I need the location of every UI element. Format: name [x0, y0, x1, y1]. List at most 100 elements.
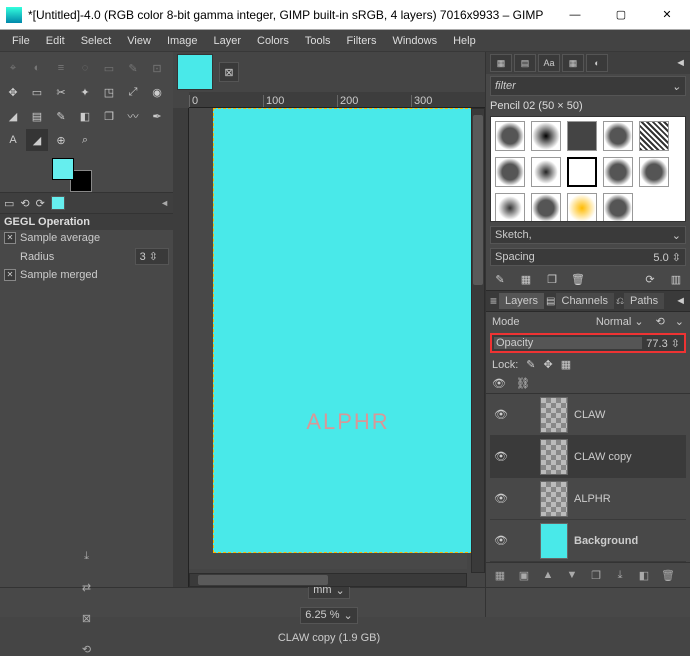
brush-spacing-slider[interactable]: Spacing 5.0 ⇳ — [490, 248, 686, 266]
smudge-tool[interactable]: 〰 — [122, 105, 144, 127]
paths-tab[interactable]: Paths — [624, 293, 664, 309]
zoom-tool[interactable]: ⌕ — [74, 129, 96, 151]
layer-merge-icon[interactable]: ⤓ — [610, 566, 630, 584]
bucket-fill-tool[interactable]: ◢ — [2, 105, 24, 127]
brush-del-icon[interactable]: 🗑 — [568, 270, 588, 288]
ruler-vertical[interactable] — [173, 108, 189, 587]
menu-layer[interactable]: Layer — [206, 33, 250, 49]
reset-icon[interactable]: ⟲ — [76, 643, 98, 656]
save-icon[interactable]: ⤓ — [76, 550, 98, 563]
mode-menu-icon[interactable]: ⌄ — [675, 315, 684, 328]
brush-open-icon[interactable]: ▥ — [666, 270, 686, 288]
move-tool[interactable]: ✥ — [2, 81, 24, 103]
patterns-tab-icon[interactable]: ▤ — [514, 54, 536, 72]
history-tab-icon[interactable]: ▦ — [562, 54, 584, 72]
scrollbar-vertical[interactable] — [471, 108, 485, 573]
brush-category-select[interactable]: Sketch, ⌄ — [490, 226, 686, 244]
layer-visibility-toggle[interactable]: 👁 — [492, 408, 510, 421]
menu-filters[interactable]: Filters — [339, 33, 385, 49]
rect-select-tool[interactable]: ▭ — [26, 81, 48, 103]
brush-dup-icon[interactable]: ❐ — [542, 270, 562, 288]
eraser-tool[interactable]: ◧ — [74, 105, 96, 127]
color-picker-tool[interactable]: ◢ — [26, 129, 48, 151]
measure-tool[interactable]: ⊕ — [50, 129, 72, 151]
image-tab-thumb[interactable] — [177, 54, 213, 90]
text-tool[interactable]: A — [2, 129, 24, 151]
clone-tool[interactable]: ❐ — [98, 105, 120, 127]
sample-merged-checkbox[interactable]: ✕ — [4, 269, 16, 281]
path-tool[interactable]: ✒ — [146, 105, 168, 127]
brush-refresh-icon[interactable]: ⟳ — [640, 270, 660, 288]
rotate-tool[interactable]: ⤢ — [122, 81, 144, 103]
layer-visibility-toggle[interactable]: 👁 — [492, 450, 510, 463]
menu-select[interactable]: Select — [73, 33, 120, 49]
menu-windows[interactable]: Windows — [384, 33, 445, 49]
revert-icon[interactable]: ⇄ — [76, 581, 98, 594]
tool-generic[interactable]: ⌖ — [2, 57, 24, 79]
canvas[interactable]: ALPHR — [213, 108, 483, 553]
free-select-tool[interactable]: ✂ — [50, 81, 72, 103]
brush-new-icon[interactable]: ▦ — [516, 270, 536, 288]
brush-filter-input[interactable]: filter ⌄ — [490, 76, 686, 96]
dock-menu-button[interactable]: ◄ — [675, 57, 686, 69]
delete-icon[interactable]: ⊠ — [76, 612, 98, 625]
layers-tab[interactable]: Layers — [499, 293, 544, 309]
mode-reset-icon[interactable]: ⟲ — [656, 315, 665, 328]
tool-generic[interactable]: ◐ — [26, 57, 48, 79]
layer-dup-icon[interactable]: ❐ — [586, 566, 606, 584]
menu-colors[interactable]: Colors — [249, 33, 297, 49]
crop-tool[interactable]: ◳ — [98, 81, 120, 103]
dock-tab-icon[interactable]: ⟳ — [36, 197, 45, 210]
menu-help[interactable]: Help — [445, 33, 484, 49]
layer-delete-icon[interactable]: 🗑 — [658, 566, 678, 584]
tool-generic[interactable]: ≡ — [50, 57, 72, 79]
menu-file[interactable]: File — [4, 33, 38, 49]
lock-alpha-icon[interactable]: ▦ — [561, 358, 571, 371]
other-tab-icon[interactable]: ◐ — [586, 54, 608, 72]
fg-color[interactable] — [52, 158, 74, 180]
brushes-tab-icon[interactable]: ▦ — [490, 54, 512, 72]
menu-tools[interactable]: Tools — [297, 33, 339, 49]
lock-position-icon[interactable]: ✥ — [544, 358, 553, 371]
pencil-tool[interactable]: ✎ — [50, 105, 72, 127]
mode-select[interactable]: Normal ⌄ — [596, 315, 644, 328]
layer-mask-icon[interactable]: ◧ — [634, 566, 654, 584]
layer-name[interactable]: CLAW copy — [574, 451, 684, 463]
layer-visibility-toggle[interactable]: 👁 — [492, 534, 510, 547]
gradient-tool[interactable]: ▤ — [26, 105, 48, 127]
brush-grid[interactable] — [490, 116, 686, 222]
layer-row[interactable]: 👁 Background — [490, 520, 686, 562]
tool-generic[interactable]: ◌ — [74, 57, 96, 79]
layer-group-icon[interactable]: ▣ — [514, 566, 534, 584]
window-maximize-button[interactable]: ▢ — [598, 0, 644, 30]
zoom-select[interactable]: 6.25 % ⌄ — [300, 607, 357, 624]
color-swatch[interactable] — [52, 158, 92, 192]
channels-tab[interactable]: Channels — [556, 293, 614, 309]
layer-up-icon[interactable]: ▲ — [538, 566, 558, 584]
layer-new-icon[interactable]: ▦ — [490, 566, 510, 584]
layer-row[interactable]: 👁 ALPHR — [490, 478, 686, 520]
window-minimize-button[interactable]: — — [552, 0, 598, 30]
image-tab-close[interactable]: ⊠ — [219, 62, 239, 82]
window-close-button[interactable]: ✕ — [644, 0, 690, 30]
layer-name[interactable]: CLAW — [574, 409, 684, 421]
dock-menu-button[interactable] — [160, 197, 169, 209]
dock-tab-color-icon[interactable] — [51, 196, 65, 210]
dock-tab-icon[interactable]: ▭ — [4, 197, 14, 210]
warp-tool[interactable]: ◉ — [146, 81, 168, 103]
menu-image[interactable]: Image — [159, 33, 206, 49]
fonts-tab-icon[interactable]: Aa — [538, 54, 560, 72]
tool-generic[interactable]: ✎ — [122, 57, 144, 79]
opacity-slider[interactable]: Opacity 77.3 ⇳ — [490, 333, 686, 353]
brush-edit-icon[interactable]: ✎ — [490, 270, 510, 288]
layer-visibility-toggle[interactable]: 👁 — [492, 492, 510, 505]
ruler-horizontal[interactable]: 0 100 200 300 — [189, 92, 485, 108]
layer-name[interactable]: ALPHR — [574, 493, 684, 505]
layer-down-icon[interactable]: ▼ — [562, 566, 582, 584]
layer-row[interactable]: 👁 CLAW — [490, 394, 686, 436]
menu-edit[interactable]: Edit — [38, 33, 73, 49]
menu-view[interactable]: View — [119, 33, 159, 49]
tool-generic[interactable]: ▭ — [98, 57, 120, 79]
fuzzy-select-tool[interactable]: ✦ — [74, 81, 96, 103]
dock-tab-icon[interactable]: ⟲ — [20, 197, 29, 210]
